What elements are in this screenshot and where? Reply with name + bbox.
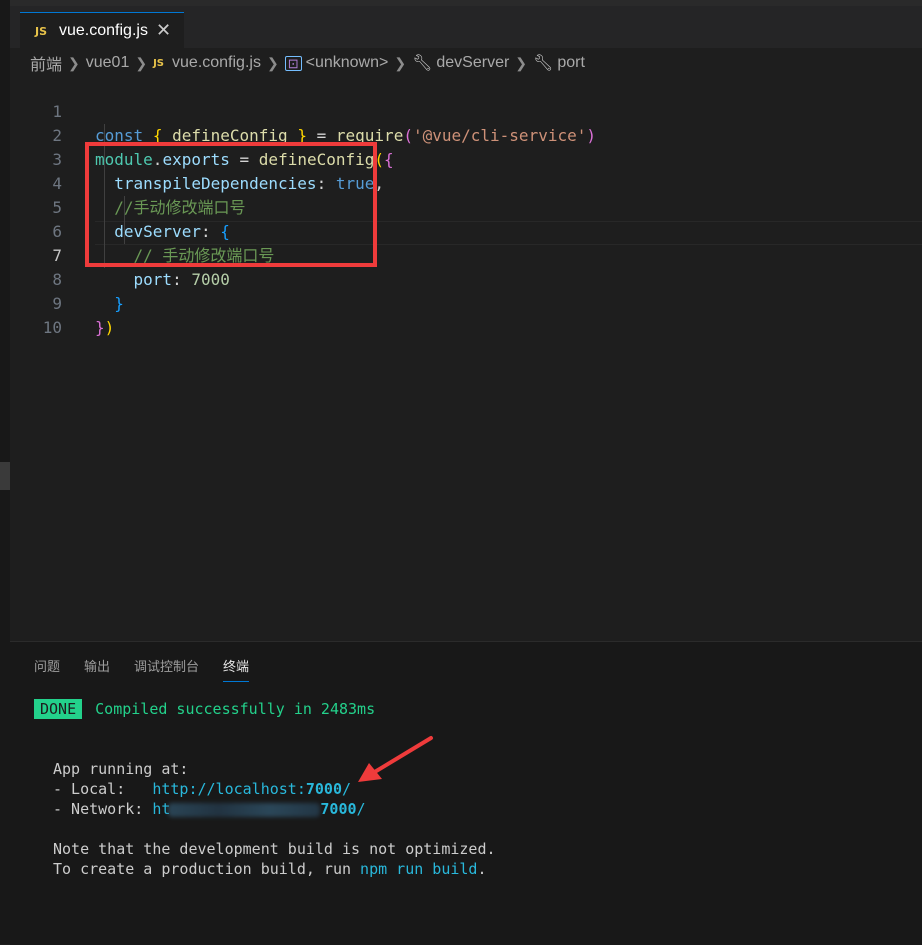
network-url-link[interactable]: ht 7000/: [152, 800, 365, 818]
js-file-icon: JS: [35, 25, 48, 38]
chevron-right-icon: ❯: [68, 54, 80, 71]
tab-output[interactable]: 输出: [84, 656, 110, 682]
scroll-marker: [0, 462, 10, 490]
breadcrumb-item-file[interactable]: vue.config.js: [172, 54, 261, 72]
annotation-arrow-icon: [358, 736, 433, 782]
breadcrumb-item-property[interactable]: devServer: [436, 54, 509, 72]
editor-tab-bar: JS vue.config.js ✕: [10, 0, 922, 54]
symbol-icon: ⊡: [284, 55, 302, 71]
breadcrumb-item-folder[interactable]: vue01: [86, 54, 130, 72]
breadcrumb-item-folder[interactable]: 前端: [30, 51, 62, 75]
terminal-line: - Network: ht 7000/: [53, 800, 366, 818]
tab-terminal[interactable]: 终端: [223, 656, 250, 682]
line-number: 10: [42, 318, 62, 337]
redacted-ip: [168, 802, 321, 817]
js-file-icon: JS: [153, 57, 165, 69]
code-line: 1 const { defineConfig } = require('@vue…: [10, 76, 922, 145]
wrench-icon: 🔧︎: [412, 55, 433, 72]
tab-vue-config[interactable]: JS vue.config.js ✕: [20, 12, 184, 54]
chevron-right-icon: ❯: [135, 54, 148, 71]
code-line: 10: [10, 292, 922, 337]
code-line: 9 }): [10, 268, 922, 337]
activity-strip: [0, 0, 10, 944]
code-line: 2 module.exports = defineConfig({: [10, 100, 922, 169]
done-badge: DONE: [34, 699, 83, 719]
highlight-annotation-box: [85, 142, 377, 267]
bottom-panel: 问题 输出 调试控制台 终端 DONE Compiled successfull…: [10, 641, 922, 945]
wrench-icon: 🔧︎: [533, 55, 554, 72]
breadcrumb-item-property[interactable]: port: [557, 54, 585, 72]
terminal-line: To create a production build, run npm ru…: [53, 860, 487, 878]
tab-debug-console[interactable]: 调试控制台: [134, 656, 199, 682]
chevron-right-icon: ❯: [266, 54, 279, 71]
breadcrumb-item-symbol[interactable]: <unknown>: [306, 54, 389, 72]
panel-tabs: 问题 输出 调试控制台 终端: [34, 656, 273, 682]
tab-label: vue.config.js: [59, 22, 148, 39]
terminal-line: DONE Compiled successfully in 2483ms: [34, 699, 375, 719]
breadcrumb: 前端 ❯ vue01 ❯ JS vue.config.js ❯ ⊡ <unkno…: [30, 52, 585, 74]
close-icon[interactable]: ✕: [156, 20, 171, 41]
chevron-right-icon: ❯: [394, 54, 407, 71]
terminal-line: App running at:: [53, 760, 189, 778]
terminal-line: Note that the development build is not o…: [53, 840, 496, 858]
terminal-output[interactable]: DONE Compiled successfully in 2483ms App…: [10, 642, 496, 878]
terminal-line: - Local: http://localhost:7000/: [53, 780, 352, 798]
local-url-link[interactable]: http://localhost:7000/: [152, 780, 351, 798]
chevron-right-icon: ❯: [515, 54, 528, 71]
